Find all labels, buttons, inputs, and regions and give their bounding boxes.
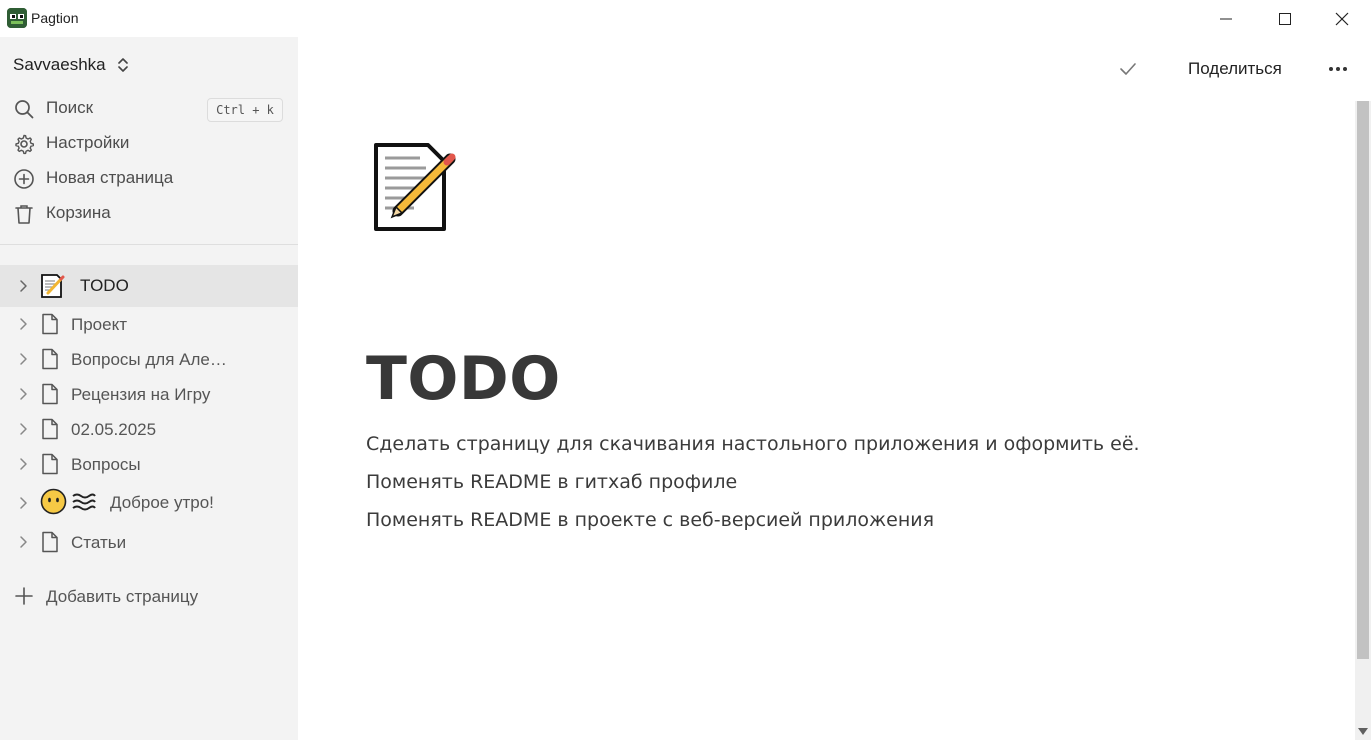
document-icon (42, 383, 58, 405)
page-paragraph[interactable]: Сделать страницу для скачивания настольн… (366, 433, 1140, 455)
page-paragraph[interactable]: Поменять README в гитхаб профиле (366, 471, 737, 493)
chevron-right-icon[interactable] (16, 387, 30, 401)
sidebar: Savvaeshka Поиск Ctrl + k Настройки Нова… (0, 37, 298, 740)
document-icon (42, 531, 58, 553)
plus-icon (15, 587, 33, 605)
page-item-label: Статьи (71, 533, 127, 552)
add-page-label: Добавить страницу (46, 587, 199, 606)
trash-icon (15, 205, 33, 224)
chevron-right-icon[interactable] (16, 422, 30, 436)
page-item-label: Вопросы (71, 455, 141, 474)
face-without-mouth-emoji-icon (40, 488, 67, 515)
chevron-right-icon[interactable] (16, 317, 30, 331)
sidebar-item-trash[interactable]: Корзина (0, 197, 298, 229)
document-icon (42, 453, 58, 475)
scrollbar[interactable] (1355, 101, 1371, 740)
check-icon[interactable] (1118, 59, 1138, 79)
page-item-project[interactable]: Проект (0, 305, 298, 343)
sidebar-item-new-page[interactable]: Новая страница (0, 162, 298, 194)
document-icon (42, 348, 58, 370)
page-item-questions[interactable]: Вопросы (0, 445, 298, 483)
memo-emoji-icon (41, 274, 65, 298)
title-bar: Pagtion (0, 0, 1371, 37)
app-title: Pagtion (31, 10, 79, 26)
workspace-name: Savvaeshka (13, 55, 106, 74)
workspace-switcher[interactable]: Savvaeshka (13, 53, 130, 77)
scroll-down-icon[interactable] (1358, 728, 1368, 736)
page-item-label: Вопросы для Але… (71, 350, 227, 369)
search-icon (15, 100, 34, 119)
memo-emoji-icon[interactable] (370, 141, 462, 233)
main-content: Поделиться TODO Сделать страницу для ска… (298, 37, 1371, 740)
more-options-icon[interactable] (1326, 57, 1350, 81)
page-item-good-morning[interactable]: Доброе утро! (0, 481, 298, 523)
page-item-label: 02.05.2025 (71, 420, 157, 439)
app-logo-icon (7, 8, 27, 28)
chevron-right-icon[interactable] (16, 352, 30, 366)
page-item-label: Доброе утро! (110, 493, 214, 512)
page-item-game-review[interactable]: Рецензия на Игру (0, 375, 298, 413)
share-button[interactable]: Поделиться (1174, 57, 1296, 81)
fog-icon (72, 493, 96, 511)
chevron-right-icon[interactable] (16, 457, 30, 471)
chevron-right-icon[interactable] (16, 496, 30, 510)
page-item-articles[interactable]: Статьи (0, 523, 298, 561)
page-title[interactable]: TODO (366, 344, 561, 414)
add-page-button[interactable]: Добавить страницу (0, 579, 298, 613)
close-button[interactable] (1313, 0, 1371, 37)
maximize-button[interactable] (1256, 0, 1314, 37)
document-icon (42, 313, 58, 335)
page-item-label: Рецензия на Игру (71, 385, 211, 404)
chevron-right-icon[interactable] (16, 535, 30, 549)
page-item-questions-for[interactable]: Вопросы для Але… (0, 340, 298, 378)
sidebar-item-label: Поиск (46, 98, 94, 117)
sidebar-item-settings[interactable]: Настройки (0, 127, 298, 159)
sidebar-item-label: Настройки (46, 133, 130, 152)
sidebar-divider (0, 244, 298, 245)
document-icon (42, 418, 58, 440)
plus-circle-icon (14, 169, 34, 189)
page-item-date[interactable]: 02.05.2025 (0, 410, 298, 448)
sidebar-item-label: Новая страница (46, 168, 174, 187)
minimize-button[interactable] (1197, 0, 1255, 37)
page-item-label: TODO (80, 276, 129, 295)
sidebar-item-label: Корзина (46, 203, 111, 222)
gear-icon (15, 134, 34, 155)
page-item-label: Проект (71, 315, 127, 334)
scrollbar-thumb[interactable] (1357, 101, 1369, 659)
page-item-todo[interactable]: TODO (0, 265, 298, 307)
page-paragraph[interactable]: Поменять README в проекте с веб-версией … (366, 509, 934, 531)
search-shortcut-badge: Ctrl + k (207, 98, 283, 122)
chevron-up-down-icon (117, 58, 128, 72)
chevron-right-icon[interactable] (16, 279, 30, 293)
